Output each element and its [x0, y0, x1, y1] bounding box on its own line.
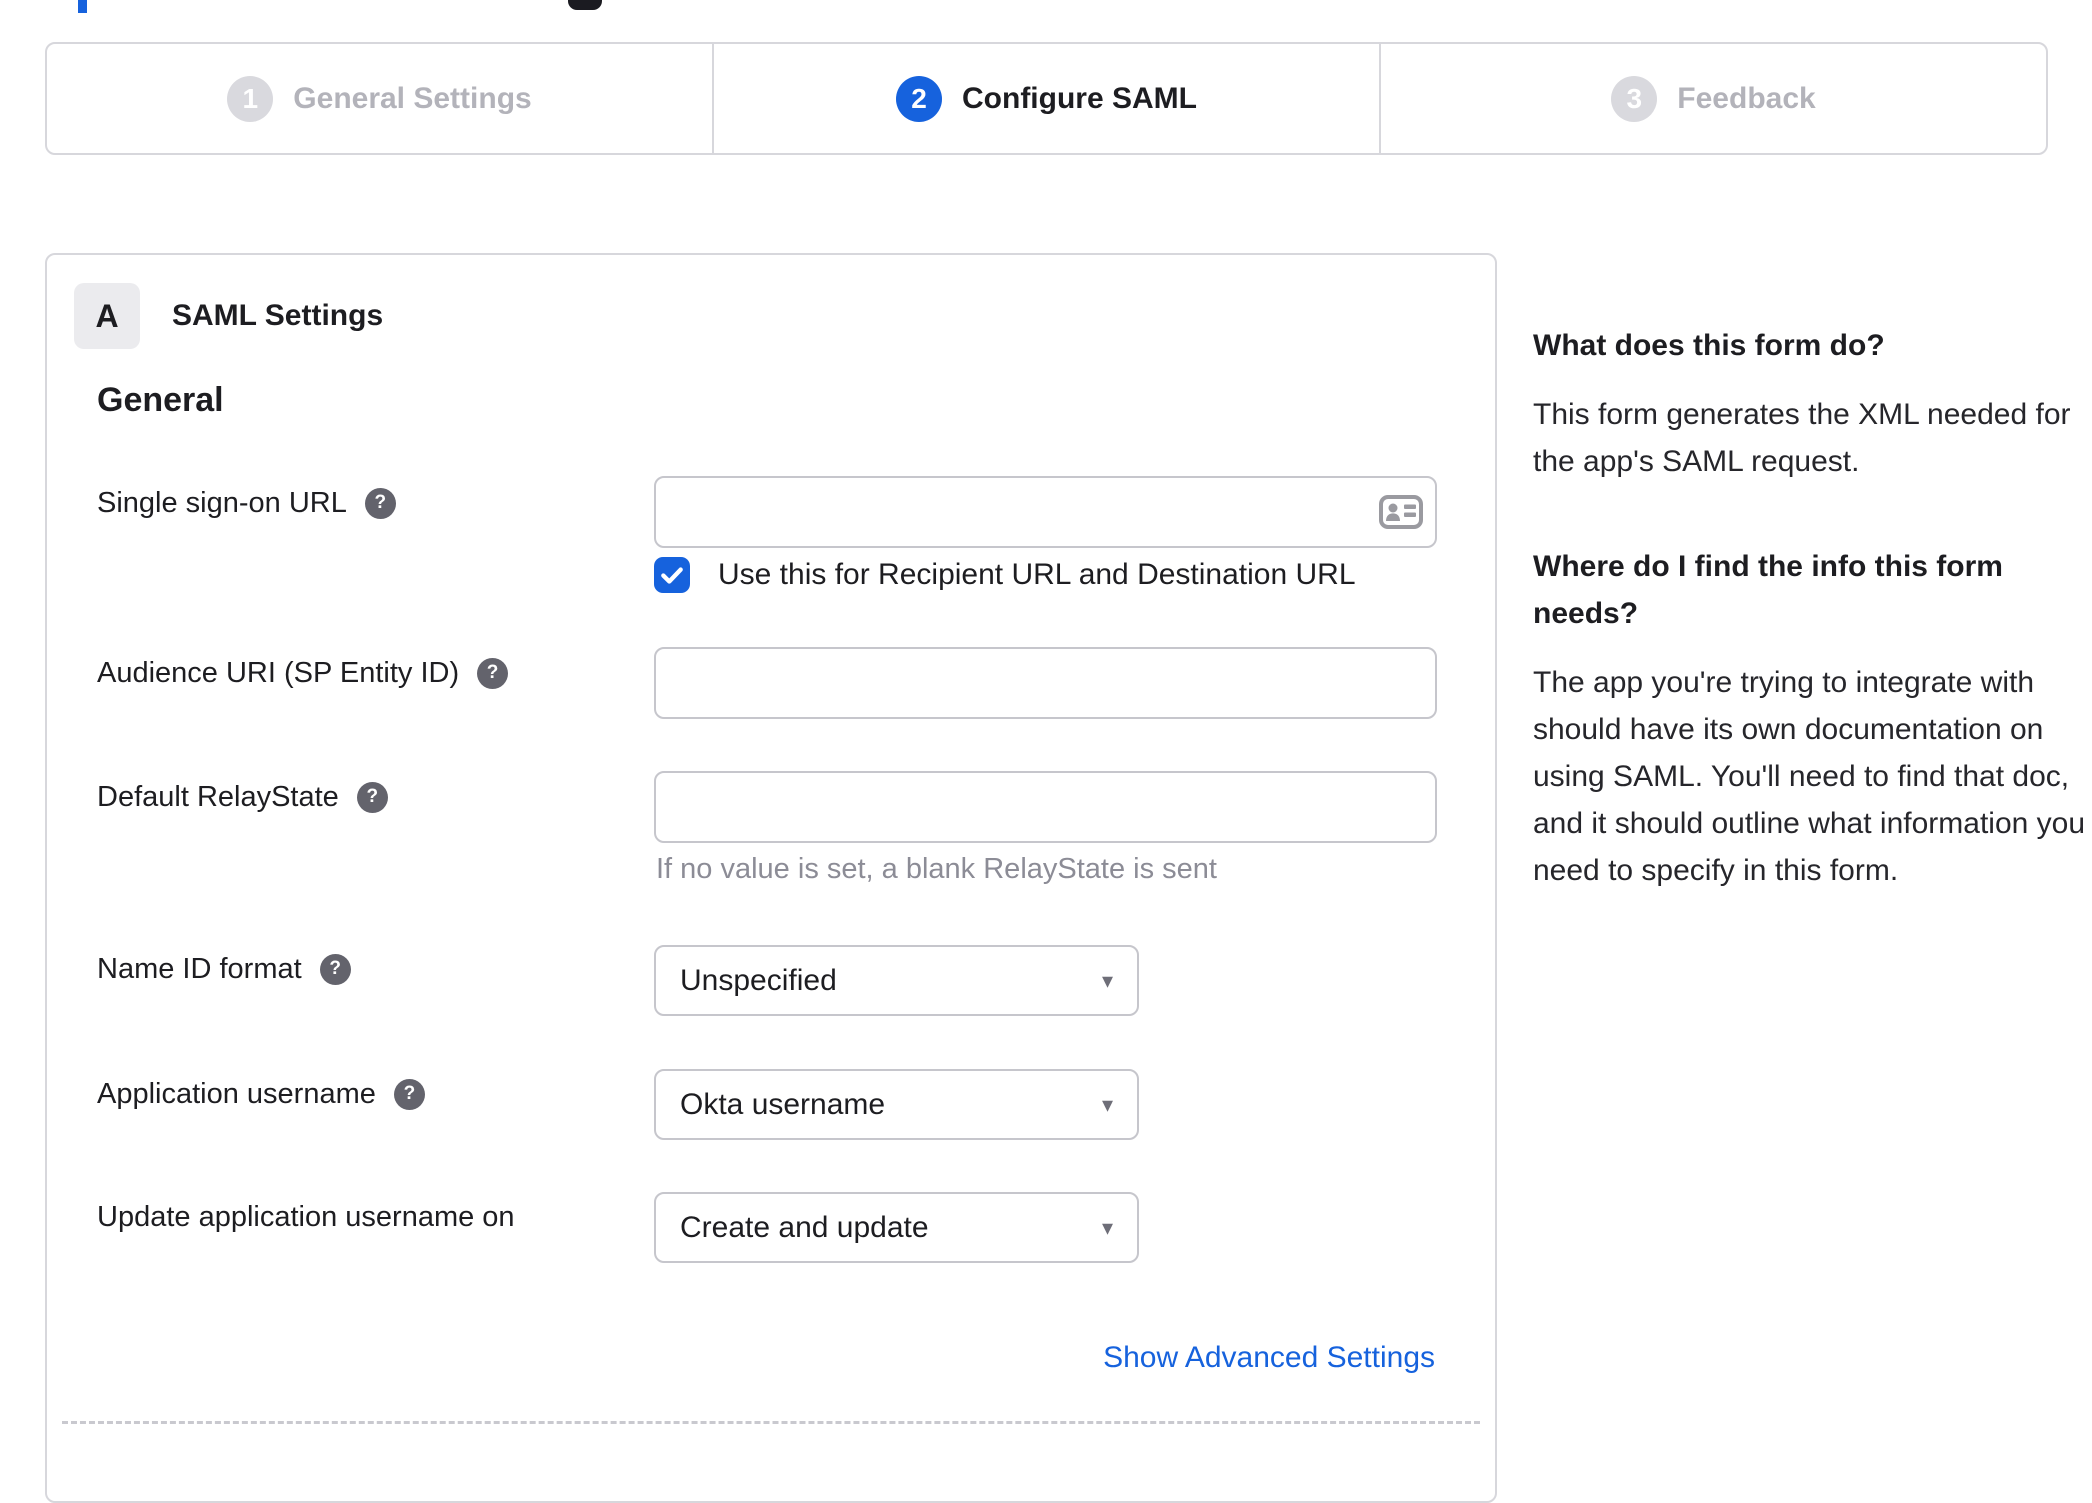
audience-uri-label: Audience URI (SP Entity ID)	[97, 656, 460, 689]
name-id-format-label: Name ID format	[97, 952, 302, 985]
step-configure-saml[interactable]: 2 Configure SAML	[714, 44, 1381, 153]
step-general-settings[interactable]: 1 General Settings	[47, 44, 714, 153]
chevron-down-icon: ▾	[1101, 967, 1113, 993]
audience-uri-label-row: Audience URI (SP Entity ID) ?	[97, 653, 509, 693]
sidebar-body-what: This form generates the XML needed for t…	[1533, 398, 2071, 478]
step-number-badge: 1	[227, 75, 274, 122]
help-icon[interactable]: ?	[393, 1078, 425, 1110]
app-username-label: Application username	[97, 1077, 376, 1110]
chevron-down-icon: ▾	[1101, 1091, 1113, 1117]
relaystate-hint: If no value is set, a blank RelayState i…	[656, 853, 1217, 885]
panel-header: A SAML Settings	[74, 283, 383, 349]
clipped-title-fragment	[78, 0, 87, 13]
help-icon[interactable]: ?	[356, 781, 388, 813]
sso-url-label-row: Single sign-on URL ?	[97, 483, 396, 523]
section-a-badge: A	[74, 283, 140, 349]
step-label: Configure SAML	[962, 81, 1197, 115]
show-advanced-settings-link[interactable]: Show Advanced Settings	[1103, 1341, 1435, 1375]
sidebar-heading-what: What does this form do?	[1533, 329, 1885, 362]
recipient-url-checkbox-label: Use this for Recipient URL and Destinati…	[718, 558, 1356, 591]
clipped-logo-fragment	[568, 0, 602, 10]
general-group-title: General	[97, 381, 224, 419]
recipient-url-checkbox-row: Use this for Recipient URL and Destinati…	[654, 557, 1356, 593]
update-username-select[interactable]: Create and update ▾	[654, 1192, 1139, 1263]
update-username-value: Create and update	[680, 1210, 929, 1244]
sso-url-input[interactable]	[654, 476, 1437, 548]
step-number-badge: 3	[1611, 75, 1658, 122]
update-username-label-row: Update application username on	[97, 1197, 515, 1237]
relaystate-input[interactable]	[654, 771, 1437, 843]
dashed-divider	[62, 1421, 1480, 1424]
app-username-value: Okta username	[680, 1087, 886, 1121]
sidebar-body-where: The app you're trying to integrate with …	[1533, 666, 2086, 887]
update-username-label: Update application username on	[97, 1200, 515, 1233]
audience-uri-input[interactable]	[654, 647, 1437, 719]
sso-url-label: Single sign-on URL	[97, 486, 347, 519]
panel-title: SAML Settings	[172, 299, 384, 332]
saml-settings-panel: A SAML Settings General Single sign-on U…	[45, 253, 1497, 1503]
help-icon[interactable]: ?	[364, 487, 396, 519]
name-id-format-select[interactable]: Unspecified ▾	[654, 945, 1139, 1016]
recipient-url-checkbox[interactable]	[654, 557, 690, 593]
chevron-down-icon: ▾	[1101, 1214, 1113, 1240]
help-icon[interactable]: ?	[477, 657, 509, 689]
step-number-badge: 2	[896, 75, 942, 122]
app-username-select[interactable]: Okta username ▾	[654, 1069, 1139, 1140]
contact-card-icon[interactable]	[1379, 495, 1423, 529]
name-id-format-value: Unspecified	[680, 963, 837, 997]
app-username-label-row: Application username ?	[97, 1074, 425, 1114]
help-sidebar: What does this form do? This form genera…	[1533, 322, 2091, 952]
help-icon[interactable]: ?	[319, 953, 351, 985]
wizard-stepper: 1 General Settings 2 Configure SAML 3 Fe…	[45, 42, 2048, 155]
relaystate-label-row: Default RelayState ?	[97, 777, 388, 817]
step-label: Feedback	[1677, 81, 1816, 115]
relaystate-label: Default RelayState	[97, 780, 339, 813]
checkmark-icon	[661, 567, 683, 584]
step-label: General Settings	[293, 81, 532, 115]
step-feedback[interactable]: 3 Feedback	[1381, 44, 2046, 153]
name-id-format-label-row: Name ID format ?	[97, 949, 351, 989]
sidebar-heading-where: Where do I find the info this form needs…	[1533, 550, 2003, 630]
